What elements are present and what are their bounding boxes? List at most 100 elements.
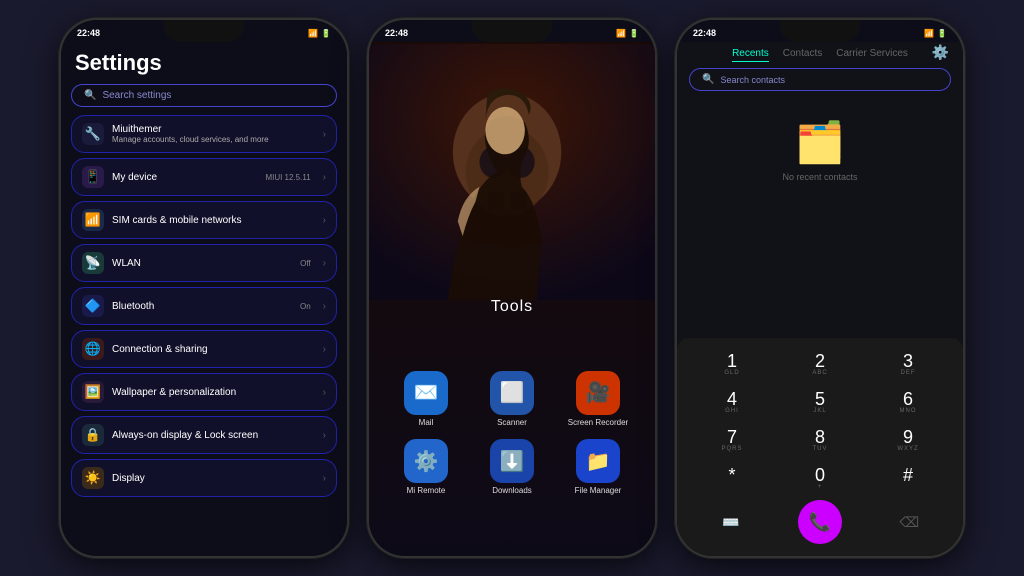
miuithemer-subtitle: Manage accounts, cloud services, and mor… [112, 135, 315, 144]
empty-contacts-text: No recent contacts [782, 172, 857, 182]
battery-icon: 🔋 [321, 29, 331, 38]
gear-icon[interactable]: ⚙️ [932, 44, 949, 61]
tab-recents[interactable]: Recents [732, 46, 769, 62]
status-icons-3: 📶 🔋 [924, 29, 947, 38]
dialpad: 1 GLD 2 ABC 3 DEF 4 GHI 5 JKL 6 MNO 7 PQ… [677, 338, 963, 556]
screen-recorder-label: Screen Recorder [568, 418, 628, 428]
tab-carrier[interactable]: Carrier Services [836, 46, 908, 62]
signal-icon-3: 📶 [924, 29, 934, 38]
downloads-icon: ⬇️ [490, 439, 534, 483]
dialpad-key-0[interactable]: 0 + [777, 460, 863, 496]
wallpaper-title: Wallpaper & personalization [112, 387, 315, 398]
tools-app-file-manager[interactable]: 📁 File Manager [561, 439, 635, 496]
contacts-search-bar[interactable]: 🔍 Search contacts [689, 68, 951, 91]
display-chevron: › [323, 473, 326, 484]
file-manager-label: File Manager [575, 486, 622, 496]
my-device-title: My device [112, 172, 257, 183]
dialpad-right-action[interactable]: ⌫ [893, 506, 925, 538]
wallpaper-icon: 🖼️ [82, 381, 104, 403]
dialpad-actions: ⌨️ 📞 ⌫ [689, 496, 951, 546]
tools-content: Tools ✉️ Mail ⬜ Scanner 🎥 Screen Recorde… [369, 42, 655, 556]
dialpad-key-3[interactable]: 3 DEF [865, 346, 951, 382]
settings-item-sim-cards[interactable]: 📶 SIM cards & mobile networks › [71, 201, 337, 239]
miuithemer-chevron: › [323, 129, 326, 140]
dialpad-key-*[interactable]: * [689, 460, 775, 496]
dialpad-left-action[interactable]: ⌨️ [715, 506, 747, 538]
always-on-text: Always-on display & Lock screen [112, 430, 315, 441]
scanner-label: Scanner [497, 418, 527, 428]
tools-app-mail[interactable]: ✉️ Mail [389, 371, 463, 428]
tools-app-mi-remote[interactable]: ⚙️ Mi Remote [389, 439, 463, 496]
connection-sharing-text: Connection & sharing [112, 344, 315, 355]
sim-cards-chevron: › [323, 215, 326, 226]
phone-dialer: 22:48 📶 🔋 ⚙️ Recents Contacts Carrier Serv… [675, 18, 965, 558]
dialpad-num-1: 1 [727, 352, 737, 370]
tools-app-screen-recorder[interactable]: 🎥 Screen Recorder [561, 371, 635, 428]
dialpad-sub-3: DEF [901, 370, 916, 376]
dialpad-num-3: 3 [903, 352, 913, 370]
battery-icon-2: 🔋 [629, 29, 639, 38]
miuithemer-text: Miuithemer Manage accounts, cloud servic… [112, 124, 315, 144]
dialpad-num-2: 2 [815, 352, 825, 370]
search-icon: 🔍 [84, 90, 96, 101]
dialpad-sub-0: + [818, 484, 823, 490]
dialpad-key-5[interactable]: 5 JKL [777, 384, 863, 420]
settings-item-my-device[interactable]: 📱 My device MIUI 12.5.11 › [71, 158, 337, 196]
tab-contacts[interactable]: Contacts [783, 46, 822, 62]
status-time-2: 22:48 [385, 28, 408, 38]
file-manager-icon: 📁 [576, 439, 620, 483]
dialpad-num-5: 5 [815, 390, 825, 408]
wlan-title: WLAN [112, 258, 292, 269]
dialpad-key-4[interactable]: 4 GHI [689, 384, 775, 420]
phone-tools: 22:48 📶 🔋 [367, 18, 657, 558]
dialpad-num-4: 4 [727, 390, 737, 408]
settings-screen: 22:48 📶 🔋 Settings 🔍 Search settings 🔧 M… [61, 20, 347, 556]
dialpad-sub-8: TUV [813, 446, 828, 452]
contacts-empty-icon: 🗂️ [795, 119, 845, 166]
settings-item-wlan[interactable]: 📡 WLAN Off › [71, 244, 337, 282]
tools-screen: 22:48 📶 🔋 [369, 20, 655, 556]
dialpad-grid: 1 GLD 2 ABC 3 DEF 4 GHI 5 JKL 6 MNO 7 PQ… [689, 346, 951, 496]
dialpad-sub-6: MNO [900, 408, 917, 414]
tools-app-scanner[interactable]: ⬜ Scanner [475, 371, 549, 428]
bluetooth-title: Bluetooth [112, 301, 292, 312]
connection-sharing-title: Connection & sharing [112, 344, 315, 355]
dialpad-key-9[interactable]: 9 WXYZ [865, 422, 951, 458]
settings-item-display[interactable]: ☀️ Display › [71, 459, 337, 497]
dialer-screen: 22:48 📶 🔋 ⚙️ Recents Contacts Carrier Serv… [677, 20, 963, 556]
settings-item-connection-sharing[interactable]: 🌐 Connection & sharing › [71, 330, 337, 368]
scanner-icon: ⬜ [490, 371, 534, 415]
dialpad-key-7[interactable]: 7 PQRS [689, 422, 775, 458]
settings-item-miuithemer[interactable]: 🔧 Miuithemer Manage accounts, cloud serv… [71, 115, 337, 153]
call-button[interactable]: 📞 [798, 500, 842, 544]
always-on-chevron: › [323, 430, 326, 441]
call-icon: 📞 [809, 512, 831, 533]
settings-item-bluetooth[interactable]: 🔷 Bluetooth On › [71, 287, 337, 325]
dialpad-key-2[interactable]: 2 ABC [777, 346, 863, 382]
miuithemer-title: Miuithemer [112, 124, 315, 135]
signal-icon: 📶 [308, 29, 318, 38]
dialpad-num-8: 8 [815, 428, 825, 446]
dialpad-key-8[interactable]: 8 TUV [777, 422, 863, 458]
sim-cards-icon: 📶 [82, 209, 104, 231]
sim-cards-title: SIM cards & mobile networks [112, 215, 315, 226]
tools-apps-grid: ✉️ Mail ⬜ Scanner 🎥 Screen Recorder ⚙️ M… [369, 371, 655, 496]
settings-item-always-on[interactable]: 🔒 Always-on display & Lock screen › [71, 416, 337, 454]
mi-remote-label: Mi Remote [407, 486, 446, 496]
status-bar-1: 22:48 📶 🔋 [61, 20, 347, 42]
bluetooth-chevron: › [323, 301, 326, 312]
wallpaper-art [369, 42, 655, 302]
empty-contacts-area: 🗂️ No recent contacts [677, 99, 963, 338]
dialpad-key-6[interactable]: 6 MNO [865, 384, 951, 420]
dialpad-key-1[interactable]: 1 GLD [689, 346, 775, 382]
miuithemer-icon: 🔧 [82, 123, 104, 145]
status-time-3: 22:48 [693, 28, 716, 38]
status-time-1: 22:48 [77, 28, 100, 38]
dialpad-num-*: * [728, 466, 735, 484]
tools-app-downloads[interactable]: ⬇️ Downloads [475, 439, 549, 496]
search-bar[interactable]: 🔍 Search settings [71, 84, 337, 107]
dialpad-key-#[interactable]: # [865, 460, 951, 496]
contacts-search-icon: 🔍 [702, 74, 714, 85]
settings-item-wallpaper[interactable]: 🖼️ Wallpaper & personalization › [71, 373, 337, 411]
dialpad-num-7: 7 [727, 428, 737, 446]
